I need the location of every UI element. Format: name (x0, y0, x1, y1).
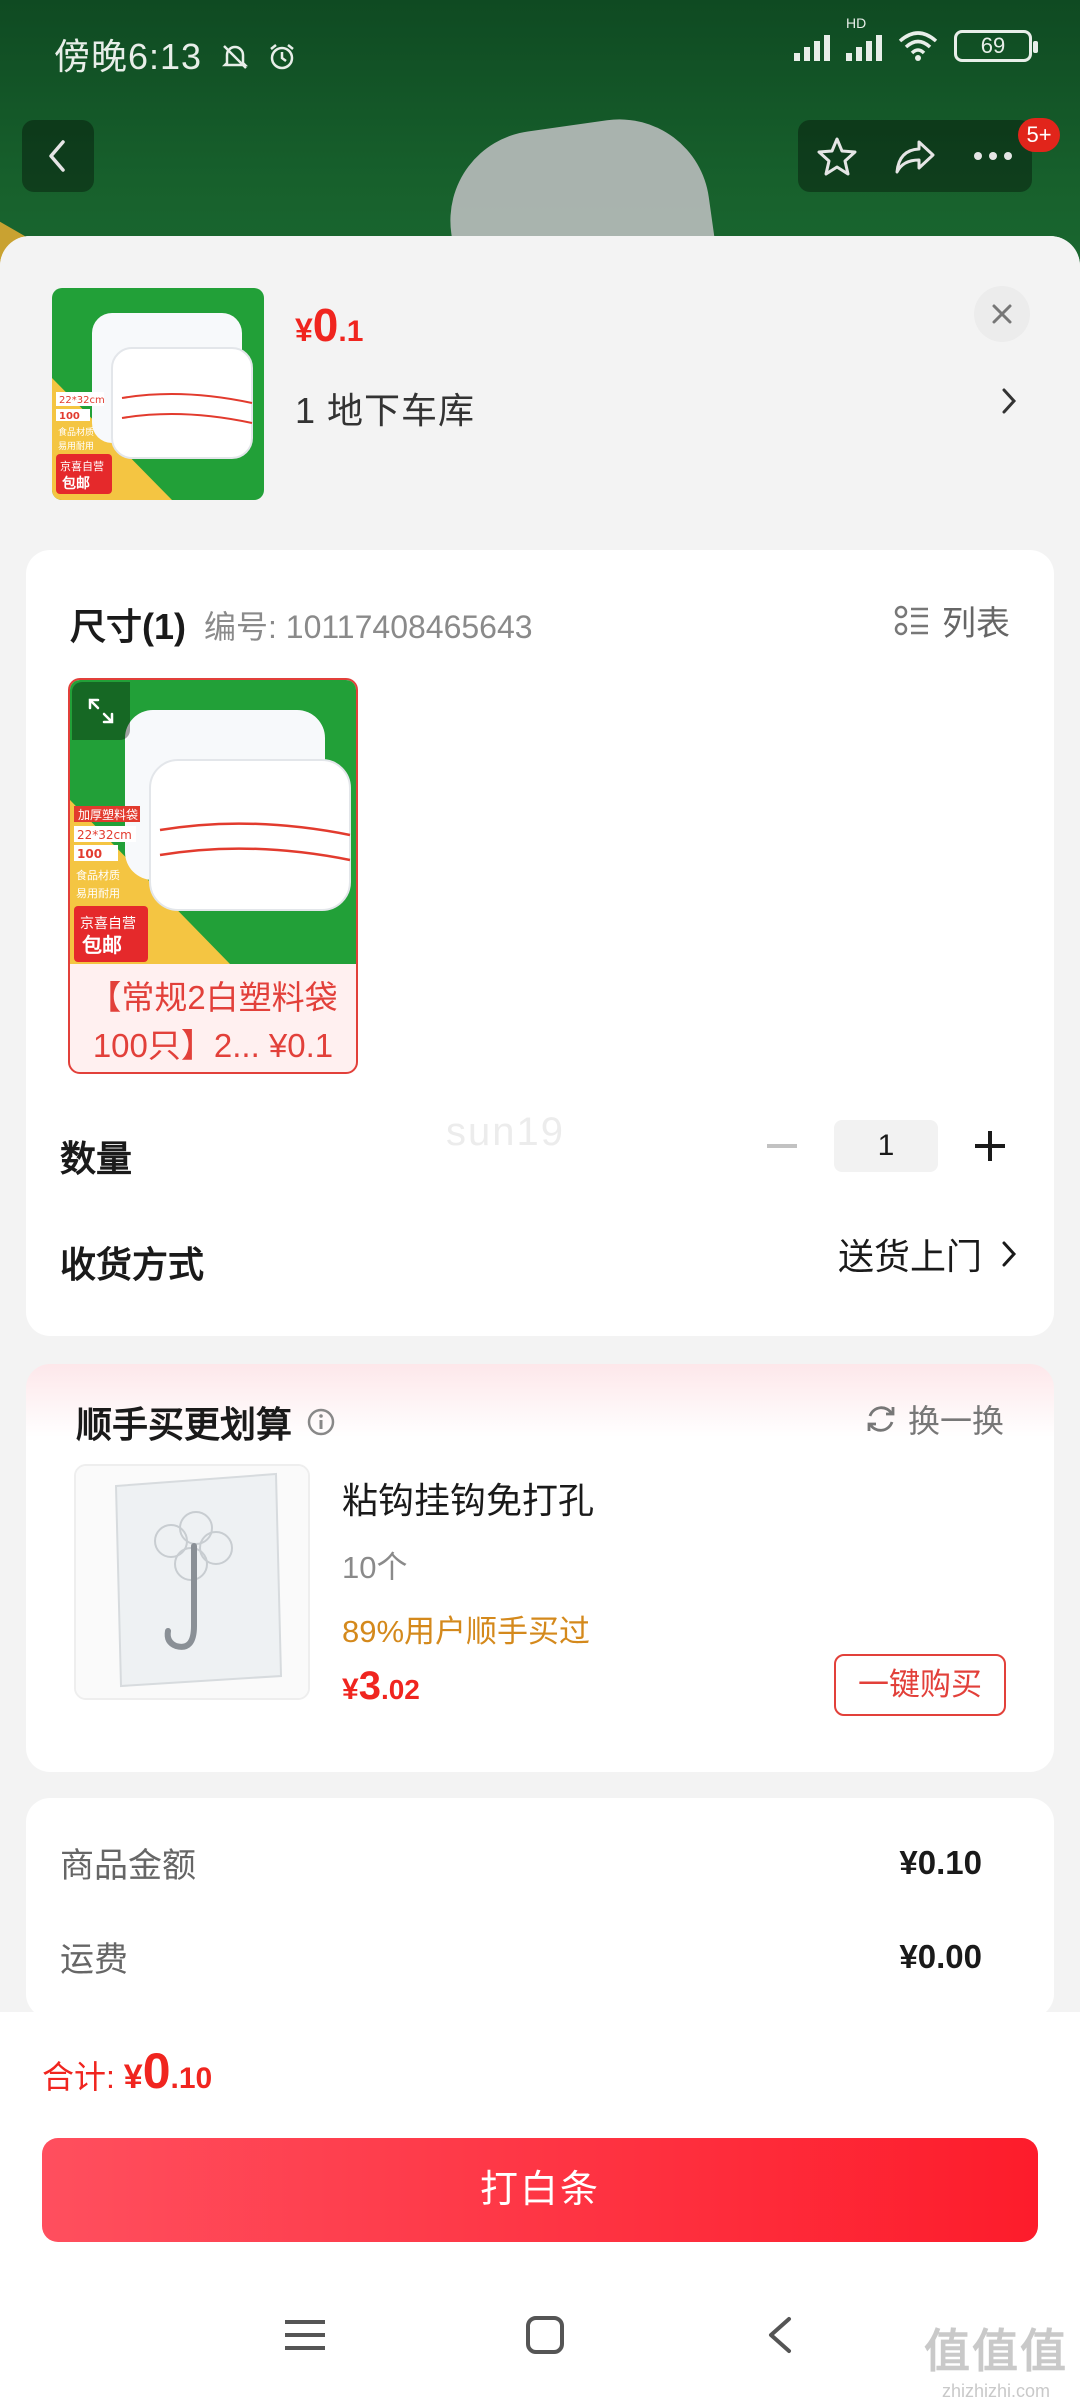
delivery-method-selector[interactable]: 送货上门 (838, 1228, 1018, 1280)
thumb-tag1-text: 食品材质 (58, 426, 94, 438)
delivery-address[interactable]: 1 地下车库 (295, 382, 475, 434)
plus-icon (975, 1131, 1005, 1161)
list-icon (894, 605, 928, 635)
user-watermark: sun19 (446, 1110, 565, 1154)
baitiao-pay-button[interactable]: 打白条 (42, 2138, 1038, 2242)
freight-label: 运费 (60, 1941, 128, 1979)
back-button[interactable] (22, 120, 94, 192)
chevron-right-icon[interactable] (998, 384, 1020, 418)
plastic-bag-product-image: 22*32cm 100 食品材质 易用耐用 京喜自营 包邮 (52, 288, 264, 500)
selected-price: ¥0.1 (295, 299, 364, 351)
star-icon[interactable] (816, 135, 858, 177)
quantity-input[interactable]: 1 (834, 1120, 938, 1172)
goods-amount-row: 商品金额 ¥0.10 (60, 1838, 982, 1887)
info-icon[interactable] (306, 1407, 336, 1437)
battery-icon: 69 (954, 30, 1038, 62)
sku-option-image: 加厚塑料袋 22*32cm 100 食品材质 易用耐用 京喜自营 包邮 (70, 680, 356, 964)
thumb-spec-text: 22*32cm (59, 395, 105, 406)
message-badge: 5+ (1018, 118, 1060, 152)
home-icon[interactable] (525, 2315, 565, 2355)
system-navigation-bar (0, 2270, 1080, 2400)
menu-icon[interactable] (285, 2318, 325, 2352)
recommend-product-name[interactable]: 粘钩挂钩免打孔 (342, 1472, 594, 1524)
product-header: 22*32cm 100 食品材质 易用耐用 京喜自营 包邮 ¥0.1 1 地下车… (0, 236, 1080, 536)
freight-value: ¥0.00 (899, 1937, 982, 1975)
size-title: 尺寸(1) (70, 606, 186, 647)
recommend-bought-rate: 89%用户顺手买过 (342, 1614, 591, 1649)
list-view-button[interactable]: 列表 (894, 596, 1010, 645)
hd-signal-icon: HD (846, 15, 882, 61)
site-watermark: 值值值 zhizhizhi.com (924, 2325, 1068, 2400)
swap-button[interactable]: 换一换 (864, 1396, 1004, 1442)
thumb-ship-text: 包邮 (62, 475, 90, 492)
option-ship-text: 包邮 (82, 933, 122, 957)
option-tag2-text: 易用耐用 (76, 887, 120, 900)
thumb-tag2-text: 易用耐用 (58, 440, 94, 452)
close-button[interactable] (974, 286, 1030, 342)
chevron-left-icon (49, 140, 65, 172)
minus-icon (767, 1144, 797, 1148)
option-tag1-text: 食品材质 (76, 868, 120, 882)
quantity-stepper: 1 (754, 1118, 1018, 1174)
refresh-icon (867, 1406, 895, 1432)
quantity-label: 数量 (60, 1138, 133, 1179)
increase-button[interactable] (962, 1118, 1018, 1174)
price-summary-card: 商品金额 ¥0.10 运费 ¥0.00 (26, 1798, 1054, 2018)
close-icon (992, 304, 1012, 324)
goods-amount-value: ¥0.10 (899, 1843, 982, 1881)
status-icons: HD 69 (794, 15, 1038, 62)
alarm-icon (270, 44, 294, 70)
decrease-button[interactable] (754, 1118, 810, 1174)
mute-bell-icon (222, 45, 249, 69)
recommend-title: 顺手买更划算 (76, 1396, 336, 1448)
freight-row: 运费 ¥0.00 (60, 1932, 982, 1981)
recommend-product-count: 10个 (342, 1550, 408, 1585)
product-code: 编号: 10117408465643 (204, 609, 533, 645)
total-price: 合计: ¥0.10 (42, 2043, 213, 2099)
goods-amount-label: 商品金额 (60, 1847, 196, 1885)
wifi-icon (898, 31, 938, 61)
status-time: 傍晚6:13 (54, 28, 298, 80)
sku-option-label: 【常规2白塑料袋100只】2... ¥0.1 (88, 979, 338, 1064)
signal-icon (794, 31, 830, 61)
recommend-product-image[interactable] (74, 1464, 310, 1700)
one-click-buy-button[interactable]: 一键购买 (834, 1654, 1006, 1716)
option-spec-text: 22*32cm (77, 828, 132, 842)
thumb-store-text: 京喜自营 (60, 459, 104, 473)
back-nav-icon[interactable] (765, 2315, 795, 2355)
option-store-text: 京喜自营 (80, 916, 136, 932)
option-count-text: 100 (77, 847, 102, 861)
nav-actions (798, 120, 1032, 192)
thumb-count-text: 100 (59, 411, 80, 422)
expand-image-button[interactable] (72, 682, 130, 740)
share-icon[interactable] (893, 136, 937, 176)
product-thumbnail[interactable]: 22*32cm 100 食品材质 易用耐用 京喜自营 包邮 (52, 288, 264, 500)
expand-icon (88, 698, 114, 724)
adhesive-hook-image (76, 1466, 308, 1698)
sku-option-selected[interactable]: 加厚塑料袋 22*32cm 100 食品材质 易用耐用 京喜自营 包邮 【常规2… (68, 678, 358, 1074)
status-bar: 傍晚6:13 HD 69 (0, 0, 1080, 100)
more-icon[interactable] (972, 150, 1014, 162)
delivery-method-label: 收货方式 (60, 1244, 205, 1285)
spec-card: 尺寸(1) 编号: 10117408465643 列表 加厚塑料袋 22*32c… (26, 550, 1054, 1336)
option-header-text: 加厚塑料袋 (78, 807, 138, 822)
recommend-card: 顺手买更划算 换一换 粘钩挂钩免打孔 10个 89%用户顺手买过 ¥3.02 一… (26, 1364, 1054, 1772)
recommend-product-price: ¥3.02 (342, 1664, 420, 1708)
chevron-right-icon (1002, 1241, 1017, 1267)
